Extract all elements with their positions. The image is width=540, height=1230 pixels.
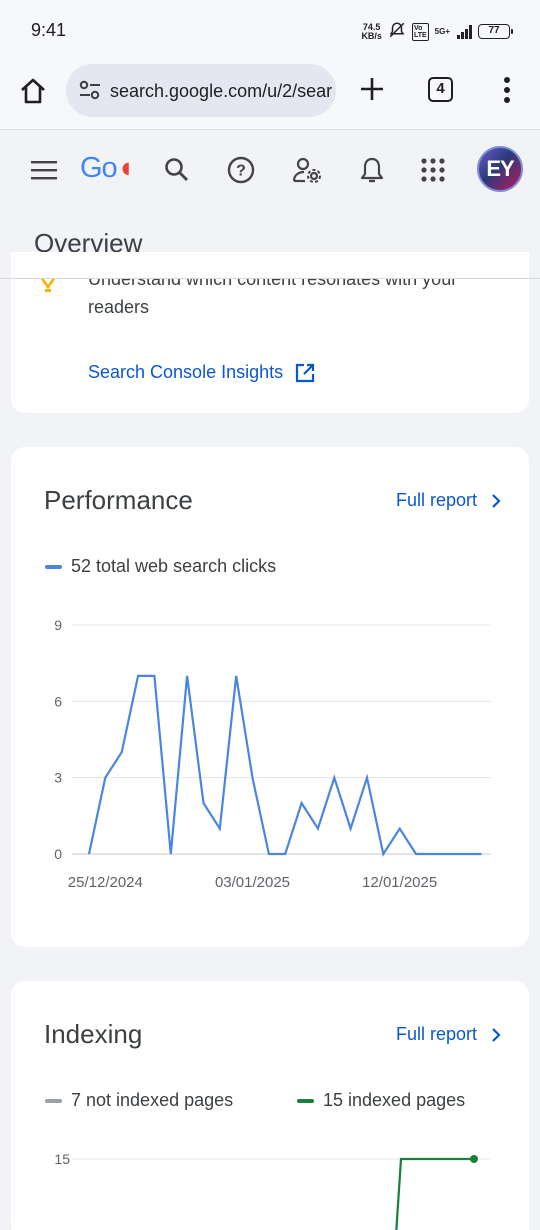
user-settings-button[interactable] [287, 150, 327, 190]
signal-icon [457, 24, 472, 39]
status-bar: 9:41 74.5 KB/s Vo LTE 5G+ 77 [0, 0, 540, 58]
insights-link-label: Search Console Insights [88, 362, 284, 382]
indexing-card: Indexing Full report 7 not indexed pages… [11, 981, 529, 1230]
main-menu-button[interactable] [24, 150, 64, 190]
google-logo[interactable]: Go◖ [80, 152, 134, 185]
bell-icon [360, 157, 384, 183]
do-not-disturb-icon [388, 21, 406, 42]
header-divider [0, 278, 540, 279]
volte-icon: Vo LTE [411, 22, 429, 41]
browser-toolbar: search.google.com/u/2/search-console 4 [0, 58, 540, 130]
notifications-button[interactable] [352, 150, 392, 190]
external-link-icon [296, 363, 315, 382]
search-button[interactable] [157, 150, 197, 190]
performance-card: Performance Full report 52 total web sea… [11, 447, 529, 947]
indexing-chart: 1215 [54, 1151, 491, 1230]
network-type: 5G+ [434, 26, 450, 36]
insights-card: Understand which content resonates with … [11, 252, 529, 413]
help-icon: ? [227, 156, 255, 184]
search-icon [165, 158, 188, 181]
x-tick-label: 25/12/2024 [68, 874, 143, 891]
search-console-insights-link[interactable]: Search Console Insights [88, 362, 315, 383]
y-tick-label: 0 [54, 846, 62, 862]
battery-icon: 77 [478, 24, 513, 39]
svg-text:?: ? [236, 163, 246, 180]
y-tick-label: 15 [54, 1151, 70, 1167]
more-vert-icon [504, 77, 510, 103]
series-line-clicks [87, 674, 482, 857]
series-line-indexed [395, 1157, 474, 1230]
url-text: search.google.com/u/2/search-console [110, 81, 332, 101]
logo-text: Go [80, 152, 118, 184]
data-point-latest [470, 1155, 478, 1163]
app-bar: Go◖ ? [0, 130, 540, 210]
manage-accounts-icon [292, 157, 321, 183]
hamburger-icon [31, 161, 57, 180]
browser-menu-button[interactable] [496, 75, 518, 105]
address-bar[interactable]: search.google.com/u/2/search-console [66, 64, 336, 117]
home-icon [21, 78, 45, 104]
home-button[interactable] [18, 76, 48, 106]
help-button[interactable]: ? [221, 150, 261, 190]
status-time: 9:41 [31, 20, 67, 40]
new-tab-button[interactable] [358, 75, 386, 103]
x-tick-label: 03/01/2025 [215, 874, 290, 891]
x-tick-label: 12/01/2025 [362, 874, 437, 891]
plus-icon [361, 78, 383, 100]
y-tick-label: 6 [54, 693, 62, 709]
apps-grid-icon [421, 158, 445, 182]
net-speed-unit: KB/s [361, 30, 382, 41]
net-speed: 74.5 KB/s [361, 22, 382, 41]
apps-button[interactable] [413, 150, 453, 190]
tab-switcher-button[interactable]: 4 [428, 77, 453, 102]
y-tick-label: 3 [54, 770, 62, 786]
lightbulb-icon [40, 279, 56, 292]
site-settings-icon [79, 80, 100, 100]
account-avatar[interactable]: EY [477, 146, 523, 192]
insights-description: Understand which content resonates with … [88, 279, 458, 317]
performance-chart: 0 3 6 9 25/12/2024 03/01/2025 12/01/2025 [54, 617, 491, 891]
status-icons: 74.5 KB/s Vo LTE 5G+ 77 [361, 21, 513, 42]
y-tick-label: 9 [54, 617, 62, 633]
